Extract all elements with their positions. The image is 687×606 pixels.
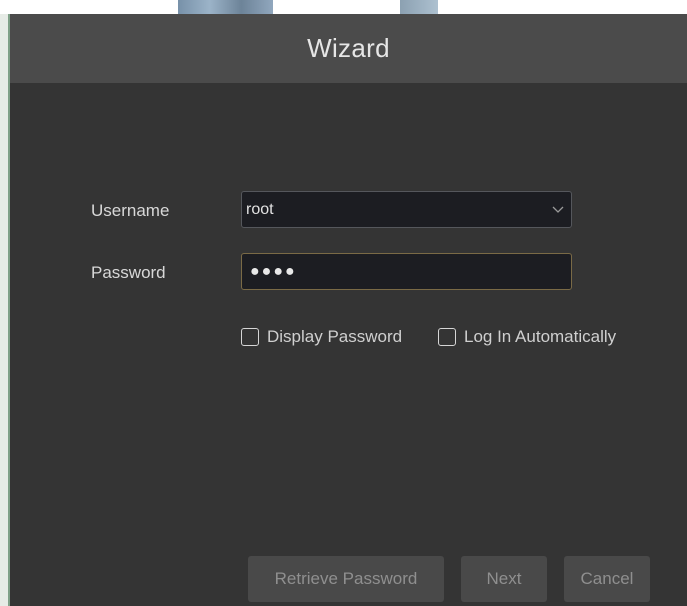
chevron-down-icon[interactable]: [551, 202, 565, 216]
background-thumbnail: [400, 0, 438, 14]
username-select[interactable]: root: [241, 191, 572, 228]
background-thumbnail: [178, 0, 273, 14]
display-password-label: Display Password: [267, 327, 403, 346]
password-input[interactable]: ●●●●: [241, 253, 572, 290]
wizard-dialog: Wizard Username root Password ●●●● Displ…: [10, 14, 687, 606]
password-mask: ●●●●: [250, 263, 297, 280]
display-password-option[interactable]: Display Password: [241, 327, 402, 347]
username-label: Username: [91, 201, 170, 220]
checkbox-icon[interactable]: [438, 328, 456, 346]
next-button[interactable]: Next: [461, 556, 547, 602]
dialog-title: Wizard: [307, 33, 390, 63]
background-top-strip: [0, 0, 687, 14]
cancel-button[interactable]: Cancel: [564, 556, 650, 602]
auto-login-label: Log In Automatically: [464, 327, 617, 346]
password-label: Password: [91, 263, 166, 282]
dialog-titlebar: Wizard: [10, 14, 687, 83]
retrieve-password-button[interactable]: Retrieve Password: [248, 556, 444, 602]
username-value: root: [246, 201, 274, 218]
auto-login-option[interactable]: Log In Automatically: [438, 327, 616, 347]
checkbox-icon[interactable]: [241, 328, 259, 346]
